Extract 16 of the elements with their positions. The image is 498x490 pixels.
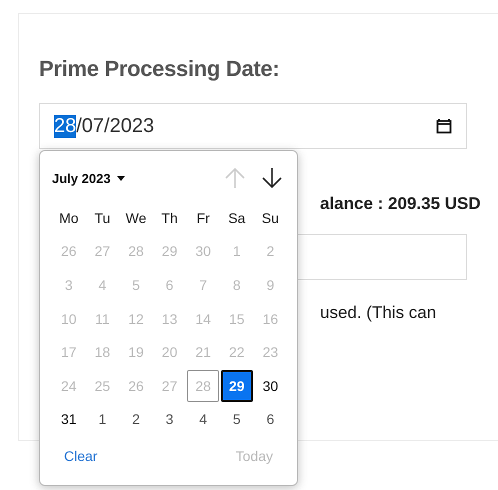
weekday-label: Mo xyxy=(58,208,80,228)
weekday-label: Su xyxy=(260,208,280,228)
caret-icon xyxy=(116,176,125,180)
weekday-label: Sa xyxy=(227,208,246,228)
day-cell[interactable]: 29 xyxy=(220,370,253,402)
date-field[interactable]: 28/07/2023 xyxy=(39,103,467,149)
clear-button[interactable]: Clear xyxy=(64,448,98,464)
month-dropdown[interactable]: July 2023 xyxy=(52,170,125,186)
note-text: used. (This can xyxy=(320,303,436,324)
balance-text: alance : 209.35 USD xyxy=(320,194,481,215)
weekday-label: We xyxy=(124,208,148,228)
field-label: Prime Processing Date: xyxy=(39,56,280,83)
weekday-label: Fr xyxy=(196,208,211,228)
weekday-label: Tu xyxy=(93,208,112,228)
weekday-label: Th xyxy=(160,208,179,228)
calendar-icon[interactable] xyxy=(436,118,452,134)
